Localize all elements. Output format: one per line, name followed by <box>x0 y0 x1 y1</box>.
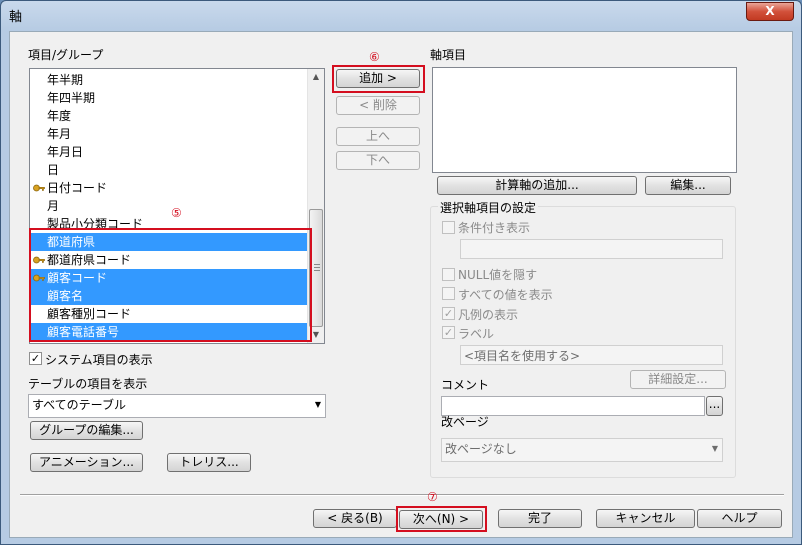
axis-settings-title: 選択軸項目の設定 <box>438 199 539 216</box>
hide-null-checkbox[interactable] <box>442 268 455 281</box>
table-items-label: テーブルの項目を表示 <box>28 377 148 391</box>
items-groups-label: 項目/グループ <box>28 48 104 62</box>
table-select-value: すべてのテーブル <box>32 398 126 412</box>
dialog-window: 軸 X 項目/グループ 年半期 年四半期 年度 年月 年月日日日付コード月製品小分類コー… <box>0 0 802 545</box>
delete-button[interactable]: < 削除 <box>336 96 420 115</box>
list-item-label: 日付コード <box>47 181 108 195</box>
list-item[interactable]: 年度 <box>30 107 308 125</box>
axis-items-label: 軸項目 <box>430 48 467 62</box>
edit-group-button[interactable]: グループの編集... <box>30 421 143 440</box>
selection-highlight-frame <box>29 228 312 342</box>
hide-null-label: NULL値を隠す <box>458 268 538 282</box>
list-item-label: 年度 <box>47 109 72 123</box>
animation-button[interactable]: アニメーション... <box>30 453 143 472</box>
show-all-values-checkbox[interactable] <box>442 287 455 300</box>
show-system-items-checkbox[interactable]: ✓ <box>29 352 42 365</box>
conditional-display-label: 条件付き表示 <box>458 221 531 235</box>
annotation-6: ⑥ <box>369 50 380 64</box>
back-button[interactable]: < 戻る(B) <box>313 509 397 528</box>
add-calc-axis-button[interactable]: 計算軸の追加... <box>437 176 637 195</box>
edit-axis-button[interactable]: 編集... <box>645 176 731 195</box>
comment-browse-button[interactable]: ... <box>706 396 723 416</box>
annotation-7: ⑦ <box>427 490 438 504</box>
list-item-label: 月 <box>47 199 60 213</box>
show-legend-label: 凡例の表示 <box>458 308 519 322</box>
label-placeholder: <項目名を使用する> <box>464 349 581 363</box>
table-select[interactable]: すべてのテーブル ▼ <box>28 394 326 418</box>
list-item[interactable]: 日 <box>30 161 308 179</box>
conditional-display-checkbox[interactable] <box>442 221 455 234</box>
label-check-label: ラベル <box>458 327 495 341</box>
list-item[interactable]: 月 <box>30 197 308 215</box>
chevron-down-icon: ▼ <box>314 400 321 409</box>
trellis-button[interactable]: トレリス... <box>167 453 251 472</box>
scroll-up-arrow-icon[interactable]: ▲ <box>308 69 324 85</box>
chevron-down-icon: ▼ <box>711 444 718 453</box>
list-item[interactable]: 年月日 <box>30 143 308 161</box>
list-item[interactable]: 日付コード <box>30 179 308 197</box>
list-item-label: 年半期 <box>47 73 84 87</box>
grip-icon <box>314 264 320 271</box>
next-highlight-frame <box>396 506 487 532</box>
label-checkbox[interactable]: ✓ <box>442 326 455 339</box>
help-button[interactable]: ヘルプ <box>697 509 782 528</box>
title-bar[interactable]: 軸 X <box>1 1 801 29</box>
key-icon <box>33 184 45 192</box>
finish-button[interactable]: 完了 <box>498 509 582 528</box>
detail-settings-button[interactable]: 詳細設定... <box>630 370 726 389</box>
list-item-label: 年月 <box>47 127 72 141</box>
footer-separator <box>20 494 784 496</box>
add-highlight-frame <box>332 65 425 93</box>
window-title: 軸 <box>9 10 23 25</box>
conditional-display-field[interactable] <box>460 239 723 259</box>
list-item-label: 年四半期 <box>47 91 96 105</box>
show-system-items-label: システム項目の表示 <box>45 353 153 367</box>
close-button[interactable]: X <box>746 2 794 21</box>
show-all-values-label: すべての値を表示 <box>458 288 553 302</box>
list-item[interactable]: 年四半期 <box>30 89 308 107</box>
list-item-label: 日 <box>47 163 60 177</box>
show-legend-checkbox[interactable]: ✓ <box>442 307 455 320</box>
page-break-label: 改ページ <box>441 415 489 429</box>
list-item-label: 年月日 <box>47 145 84 159</box>
annotation-5: ⑤ <box>171 206 182 220</box>
page-break-select[interactable]: 改ページなし ▼ <box>441 438 723 462</box>
dialog-client-area: 項目/グループ 年半期 年四半期 年度 年月 年月日日日付コード月製品小分類コード 都道府… <box>9 31 793 538</box>
page-break-value: 改ページなし <box>445 442 517 456</box>
axis-items-listbox[interactable] <box>432 67 737 173</box>
move-up-button[interactable]: 上へ <box>336 127 420 146</box>
move-down-button[interactable]: 下へ <box>336 151 420 170</box>
label-text-field[interactable]: <項目名を使用する> <box>460 345 723 365</box>
comment-label: コメント <box>441 378 490 392</box>
cancel-button[interactable]: キャンセル <box>596 509 695 528</box>
list-item[interactable]: 年半期 <box>30 71 308 89</box>
list-item[interactable]: 年月 <box>30 125 308 143</box>
